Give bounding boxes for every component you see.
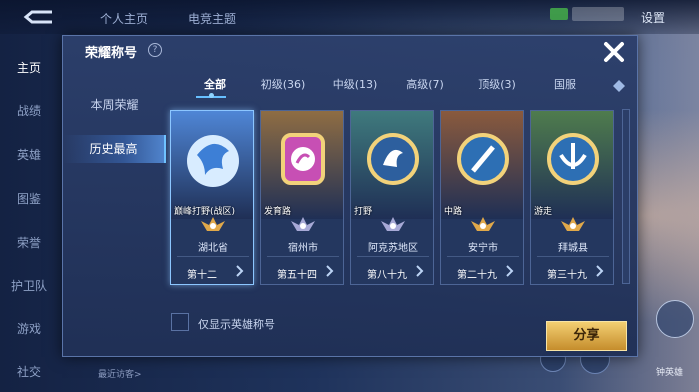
top-bar: 个人主页 电竞主题 设置 xyxy=(0,0,699,34)
card-divider xyxy=(177,256,249,257)
left-nav-item-record[interactable]: 战绩 xyxy=(0,102,58,119)
side-tab-history-best[interactable]: 历史最高 xyxy=(63,135,166,163)
left-nav-item-home[interactable]: 主页 xyxy=(0,59,58,76)
tab-national[interactable]: 国服 xyxy=(543,74,587,100)
more-tabs-icon[interactable] xyxy=(612,79,626,93)
card-role-title: 游走 xyxy=(534,207,553,217)
dragon-emblem-icon xyxy=(187,135,239,187)
card-region: 宿州市 xyxy=(288,243,318,254)
card-divider xyxy=(267,256,339,257)
chevron-right-icon[interactable] xyxy=(505,265,514,277)
card-role-title: 发育路 xyxy=(264,207,292,217)
marksman-emblem-icon xyxy=(281,133,325,185)
card-region: 安宁市 xyxy=(468,243,498,254)
chevron-right-icon[interactable] xyxy=(235,265,244,277)
tab-beginner[interactable]: 初级(36) xyxy=(253,74,313,100)
support-emblem-icon xyxy=(547,133,599,185)
tier-tab-row: 全部 初级(36) 中级(13) 高级(7) 顶级(3) 国服 xyxy=(167,74,639,100)
share-button[interactable]: 分享 xyxy=(546,321,627,351)
hero-avatar-label: 钟英雄 xyxy=(656,368,684,378)
left-nav-item-honor[interactable]: 荣誉 xyxy=(0,234,58,251)
hero-avatar-button[interactable] xyxy=(656,300,694,338)
title-card[interactable]: 中路安宁市第二十九 xyxy=(440,110,524,285)
title-card[interactable]: 巅峰打野(战区) 湖北省 第十二 xyxy=(170,110,254,285)
chevron-right-icon[interactable] xyxy=(325,265,334,277)
card-rank: 第三十九 xyxy=(547,270,587,281)
chevron-right-icon[interactable] xyxy=(595,265,604,277)
card-rank: 第二十九 xyxy=(457,270,497,281)
card-rank: 第五十四 xyxy=(277,270,317,281)
tab-top[interactable]: 顶级(3) xyxy=(469,74,525,100)
card-divider xyxy=(447,256,519,257)
title-card[interactable]: 打野阿克苏地区第八十九 xyxy=(350,110,434,285)
mid-emblem-icon xyxy=(457,133,509,185)
card-region: 湖北省 xyxy=(198,243,228,254)
back-arrow-icon[interactable] xyxy=(22,6,58,28)
tab-esports-theme[interactable]: 电竞主题 xyxy=(188,10,236,27)
card-rank: 第八十九 xyxy=(367,270,407,281)
rank-wings-icon xyxy=(201,217,225,231)
card-divider xyxy=(357,256,429,257)
title-card[interactable]: 游走拜城县第三十九 xyxy=(530,110,614,285)
honor-title-dialog: 荣耀称号 ? 本周荣耀 历史最高 全部 初级(36) 中级(13) 高级(7) … xyxy=(62,35,638,357)
chevron-right-icon[interactable] xyxy=(415,265,424,277)
active-tab-indicator xyxy=(209,93,214,98)
dialog-title: 荣耀称号 xyxy=(85,46,138,61)
rank-wings-icon xyxy=(561,217,585,231)
left-nav-item-social[interactable]: 社交 xyxy=(0,363,58,380)
card-role-title: 打野 xyxy=(354,207,373,217)
left-nav-item-gallery[interactable]: 图鉴 xyxy=(0,190,58,207)
card-rank: 第十二 xyxy=(187,270,217,281)
card-region: 拜城县 xyxy=(558,243,588,254)
hero-title-only-label: 仅显示英雄称号 xyxy=(198,318,275,331)
next-card-edge xyxy=(622,109,630,284)
title-card[interactable]: 发育路宿州市第五十四 xyxy=(260,110,344,285)
card-role-title: 中路 xyxy=(444,207,463,217)
close-icon[interactable] xyxy=(602,40,626,64)
recent-visitors-link[interactable]: 最近访客> xyxy=(98,367,142,380)
left-nav-item-game[interactable]: 游戏 xyxy=(0,320,58,337)
jungle-emblem-icon xyxy=(367,133,419,185)
currency-icon xyxy=(550,8,568,20)
side-tab-this-week[interactable]: 本周荣耀 xyxy=(63,91,166,119)
tab-advanced[interactable]: 高级(7) xyxy=(397,74,453,100)
settings-button[interactable]: 设置 xyxy=(641,9,665,26)
left-nav-item-guard[interactable]: 护卫队 xyxy=(0,277,58,294)
card-region: 阿克苏地区 xyxy=(368,243,418,254)
tab-personal-home[interactable]: 个人主页 xyxy=(100,10,148,27)
tab-intermediate[interactable]: 中级(13) xyxy=(325,74,385,100)
hero-title-only-checkbox[interactable] xyxy=(171,313,189,331)
left-nav-item-heroes[interactable]: 英雄 xyxy=(0,146,58,163)
currency-amount-bar xyxy=(572,7,624,21)
help-icon[interactable]: ? xyxy=(148,43,162,57)
rank-wings-icon xyxy=(381,217,405,231)
card-divider xyxy=(537,256,609,257)
rank-wings-icon xyxy=(291,217,315,231)
rank-wings-icon xyxy=(471,217,495,231)
